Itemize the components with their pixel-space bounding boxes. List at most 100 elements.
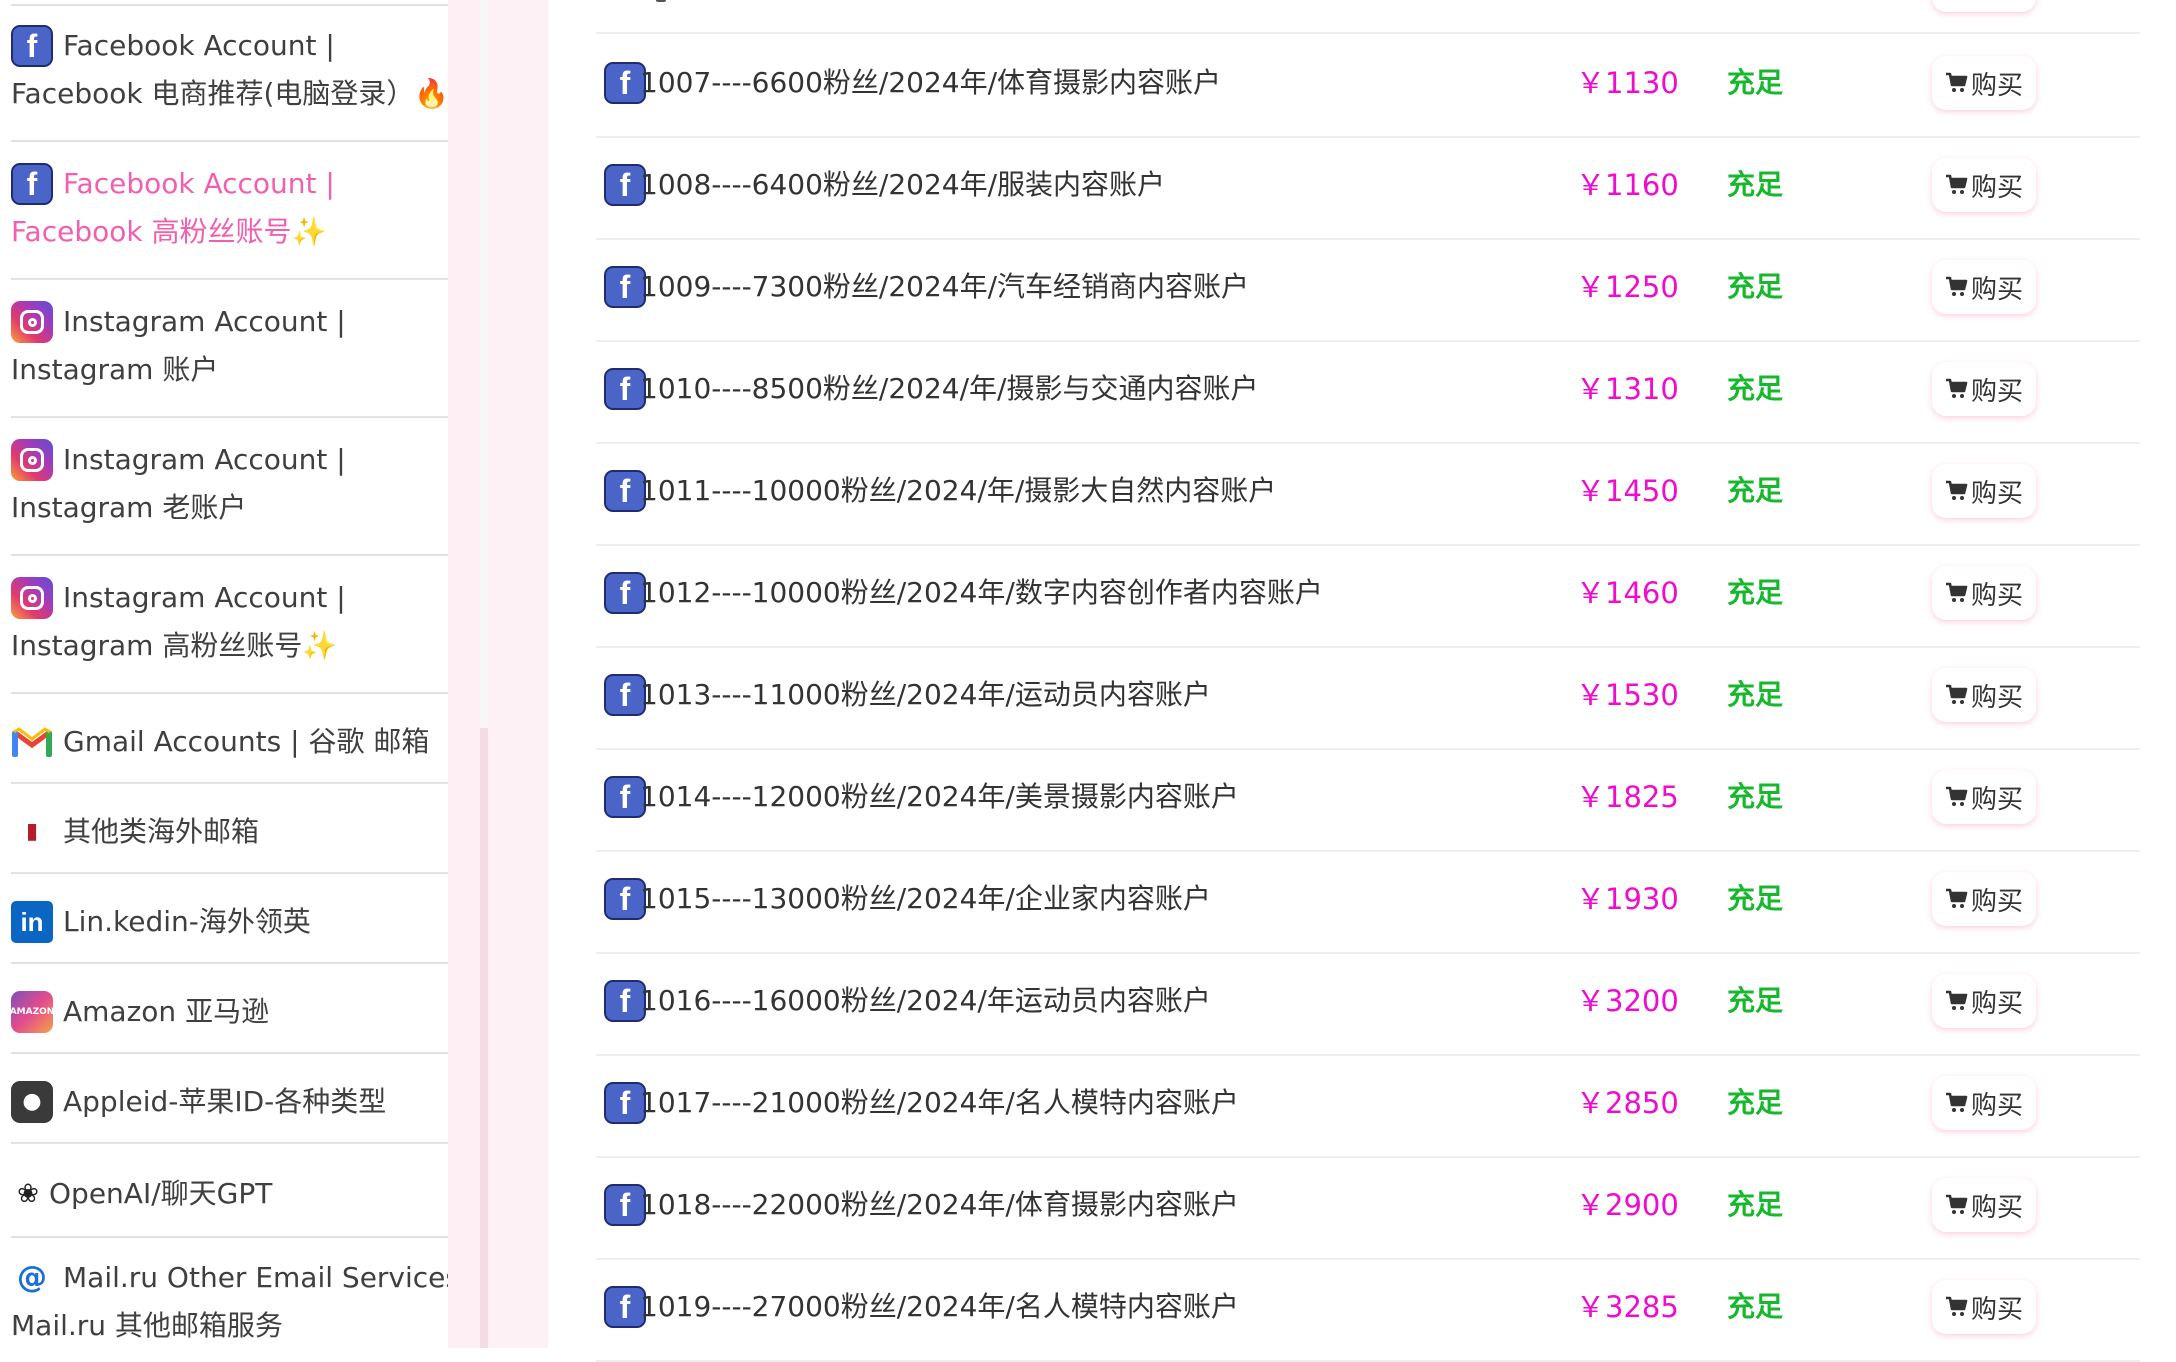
sidebar-item-label: Amazon 亚马逊 <box>63 995 270 1028</box>
buy-button-label: 购买 <box>1970 376 2023 407</box>
product-row: f 1019----27000粉丝/2024年/名人模特内容账户 ￥3285 充足 购买 <box>596 1258 2140 1362</box>
product-title[interactable]: 1015----13000粉丝/2024年/企业家内容账户 <box>640 850 1211 948</box>
sidebar-item-appleid-id[interactable]: ● Appleid-苹果ID-各种类型 <box>11 1078 448 1126</box>
cart-icon <box>1945 990 1968 1010</box>
product-row: f 1015----13000粉丝/2024年/企业家内容账户 ￥1930 充足 购买 <box>596 850 2140 954</box>
product-title[interactable]: 1014----12000粉丝/2024年/美景摄影内容账户 <box>640 748 1239 846</box>
sidebar-divider <box>11 140 448 142</box>
sidebar-divider <box>11 4 448 6</box>
cart-icon <box>1945 480 1968 500</box>
buy-button[interactable]: 购买 <box>1932 260 2036 314</box>
product-title[interactable]: 1019----27000粉丝/2024年/名人模特内容账户 <box>640 1258 1239 1356</box>
product-list: f 1007----6600粉丝/2024年/体育摄影内容账户 ￥1130 充足 购买 f… <box>548 0 2176 1362</box>
buy-button-label: 购买 <box>1970 1192 2023 1223</box>
cart-icon <box>1945 786 1968 806</box>
buy-button[interactable]: 购买 <box>1932 872 2036 926</box>
buy-button[interactable]: 购买 <box>1932 974 2036 1028</box>
product-row-partial <box>596 0 2140 34</box>
product-title[interactable]: 1008----6400粉丝/2024年/服装内容账户 <box>640 136 1165 234</box>
stock-status: 充足 <box>1727 66 1784 99</box>
product-title[interactable]: 1007----6600粉丝/2024年/体育摄影内容账户 <box>640 34 1221 132</box>
stock-status: 充足 <box>1727 1290 1784 1323</box>
sidebar-item-[interactable]: ▮ 其他类海外邮箱 <box>11 808 448 856</box>
buy-button[interactable]: 购买 <box>1932 566 2036 620</box>
cart-icon <box>1945 378 1968 398</box>
sidebar-divider <box>11 782 448 784</box>
product-price: ￥3285 <box>1576 1290 1679 1324</box>
buy-button-label: 购买 <box>1970 1294 2023 1325</box>
buy-button-label: 购买 <box>1970 988 2023 1019</box>
buy-button-label: 购买 <box>1970 1090 2023 1121</box>
instagram-icon <box>11 439 53 481</box>
chatgpt-icon: ❀ <box>17 1179 39 1209</box>
product-price: ￥1250 <box>1576 270 1679 304</box>
product-price: ￥1130 <box>1576 66 1679 100</box>
buy-button-label: 购买 <box>1970 886 2023 917</box>
sidebar-divider <box>11 416 448 418</box>
product-price: ￥1160 <box>1576 168 1679 202</box>
product-title[interactable]: 1013----11000粉丝/2024年/运动员内容账户 <box>640 646 1211 744</box>
buy-button-label: 购买 <box>1970 682 2023 713</box>
sidebar-item-label: Instagram Account | <box>63 581 346 614</box>
sidebar-item-label: Instagram Account | <box>63 305 346 338</box>
at-mail-icon: @ <box>17 1260 47 1295</box>
buy-button-label: 购买 <box>1970 172 2023 203</box>
category-sidebar: f Facebook Account | Facebook 电商推荐(电脑登录）🔥 f… <box>0 0 448 1348</box>
product-title[interactable]: 1009----7300粉丝/2024年/汽车经销商内容账户 <box>640 238 1249 336</box>
product-row: f 1009----7300粉丝/2024年/汽车经销商内容账户 ￥1250 充足 购买 <box>596 238 2140 342</box>
sidebar-divider <box>11 278 448 280</box>
mailbox-icon: ▮ <box>25 819 39 844</box>
product-title[interactable]: 1010----8500粉丝/2024/年/摄影与交通内容账户 <box>640 340 1259 438</box>
product-row: f 1007----6600粉丝/2024年/体育摄影内容账户 ￥1130 充足 购买 <box>596 34 2140 138</box>
cart-icon <box>1945 684 1968 704</box>
stock-status: 充足 <box>1727 678 1784 711</box>
sidebar-divider <box>11 554 448 556</box>
sidebar-item-label: Facebook Account | <box>63 29 335 62</box>
buy-button[interactable]: 购买 <box>1932 1076 2036 1130</box>
buy-button-label: 购买 <box>1970 784 2023 815</box>
sidebar-item-label: Gmail Accounts | 谷歌 邮箱 <box>63 725 430 758</box>
buy-button[interactable]: 购买 <box>1932 770 2036 824</box>
buy-button[interactable]: 购买 <box>1932 56 2036 110</box>
sidebar-item-sublabel: Facebook 高粉丝账号✨ <box>11 215 327 248</box>
stock-status: 充足 <box>1727 882 1784 915</box>
buy-button[interactable]: 购买 <box>1932 1280 2036 1334</box>
stock-status: 充足 <box>1727 576 1784 609</box>
instagram-icon <box>11 577 53 619</box>
buy-button[interactable]: 购买 <box>1932 158 2036 212</box>
sidebar-item-amazon[interactable]: AMAZON Amazon 亚马逊 <box>10 988 448 1036</box>
sidebar-item-mail-ru-other-email-services[interactable]: @ Mail.ru Other Email Services | Mail.ru 其… <box>11 1254 448 1348</box>
stock-status: 充足 <box>1727 168 1784 201</box>
product-title[interactable]: 1011----10000粉丝/2024/年/摄影大自然内容账户 <box>640 442 1276 540</box>
product-title[interactable]: 1018----22000粉丝/2024年/体育摄影内容账户 <box>640 1156 1239 1254</box>
linkedin-icon: in <box>11 901 53 943</box>
buy-button[interactable]: 购买 <box>1932 464 2036 518</box>
sidebar-item-instagram-account[interactable]: Instagram Account | Instagram 老账户 <box>11 436 448 532</box>
buy-button[interactable]: 购买 <box>1932 362 2036 416</box>
product-title[interactable]: 1012----10000粉丝/2024年/数字内容创作者内容账户 <box>640 544 1323 642</box>
buy-button[interactable]: 购买 <box>1932 668 2036 722</box>
facebook-icon: f <box>11 163 53 205</box>
buy-button-label: 购买 <box>1970 274 2023 305</box>
stock-status: 充足 <box>1727 984 1784 1017</box>
product-price: ￥2900 <box>1576 1188 1679 1222</box>
gmail-icon <box>11 721 53 763</box>
product-title[interactable]: 1016----16000粉丝/2024/年运动员内容账户 <box>640 952 1211 1050</box>
sidebar-item-instagram-account[interactable]: Instagram Account | Instagram 账户 <box>11 298 448 394</box>
sidebar-item-sublabel: Instagram 账户 <box>11 353 219 386</box>
sidebar-scroll-thumb[interactable] <box>480 728 488 1348</box>
sidebar-item-gmail-accounts[interactable]: Gmail Accounts | 谷歌 邮箱 <box>11 718 448 766</box>
buy-button[interactable]: 购买 <box>1932 1178 2036 1232</box>
sidebar-item-openai-gpt[interactable]: ❀ OpenAI/聊天GPT <box>11 1170 448 1218</box>
sidebar-item-lin-kedin[interactable]: in Lin.kedin-海外领英 <box>11 898 448 946</box>
sidebar-item-facebook-account[interactable]: f Facebook Account | Facebook 高粉丝账号✨ <box>11 160 448 256</box>
sidebar-item-facebook-account[interactable]: f Facebook Account | Facebook 电商推荐(电脑登录）🔥 <box>11 22 448 118</box>
buy-button[interactable] <box>1932 0 2036 12</box>
sidebar-item-sublabel: Mail.ru 其他邮箱服务 <box>11 1309 283 1342</box>
stock-status: 充足 <box>1727 780 1784 813</box>
sidebar-item-label: Lin.kedin-海外领英 <box>63 905 311 938</box>
sidebar-item-instagram-account[interactable]: Instagram Account | Instagram 高粉丝账号✨ <box>11 574 448 670</box>
product-title[interactable]: 1017----21000粉丝/2024年/名人模特内容账户 <box>640 1054 1239 1152</box>
product-price: ￥1450 <box>1576 474 1679 508</box>
buy-button-label: 购买 <box>1970 580 2023 611</box>
